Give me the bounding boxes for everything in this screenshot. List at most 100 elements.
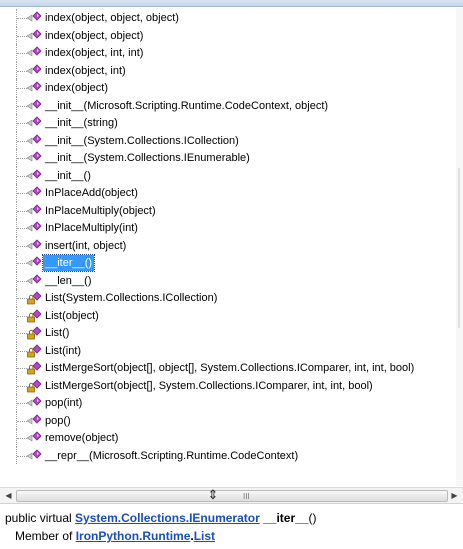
constructor-lock-icon	[26, 361, 42, 375]
tree-item-label: index(object, int)	[45, 64, 126, 77]
vertical-scrollbar-thumb[interactable]	[458, 168, 460, 328]
tree-item[interactable]: index(object, int)	[4, 61, 456, 79]
method-icon	[26, 238, 42, 253]
tree-item[interactable]: pop()	[4, 411, 456, 429]
tree-item[interactable]: __init__(System.Collections.ICollection)	[4, 131, 456, 149]
tree-item-label: List(System.Collections.ICollection)	[45, 292, 218, 304]
arrow-left-icon: ◀	[5, 491, 12, 500]
namespace-link[interactable]: IronPython.Runtime	[76, 529, 191, 543]
tree-item[interactable]: __iter__()	[4, 254, 456, 272]
tree-item[interactable]: index(object, object, object)	[4, 9, 456, 27]
tree-item[interactable]: index(object, object)	[4, 26, 456, 44]
object-browser-window: index(object, object, object) index(objec…	[0, 0, 463, 549]
tree-item[interactable]: index(object, int, int)	[4, 44, 456, 62]
method-icon	[26, 203, 42, 218]
tree-item-label: __init__(string)	[45, 117, 118, 129]
description-pane: public virtual System.Collections.IEnume…	[0, 504, 463, 549]
tree-item[interactable]: __repr__(Microsoft.Scripting.Runtime.Cod…	[4, 446, 456, 464]
member-of-label: Member of	[15, 529, 73, 543]
tree-item[interactable]: __init__(string)	[4, 114, 456, 132]
tree-item-label: List(int)	[45, 344, 82, 357]
class-link[interactable]: List	[194, 529, 215, 543]
method-icon	[26, 63, 42, 78]
tree-item-label: InPlaceAdd(object)	[45, 187, 138, 199]
method-icon	[26, 396, 42, 410]
method-icon	[26, 431, 42, 445]
member-tree[interactable]: index(object, object, object) index(objec…	[4, 9, 456, 487]
method-icon	[26, 448, 42, 463]
tree-item[interactable]: InPlaceMultiply(int)	[4, 219, 456, 237]
tree-item-label: __repr__(Microsoft.Scripting.Runtime.Cod…	[45, 449, 299, 462]
tree-item-label: __init__(Microsoft.Scripting.Runtime.Cod…	[45, 99, 329, 112]
tree-item-label: index(object, object)	[45, 29, 144, 42]
tree-item[interactable]: __init__(System.Collections.IEnumerable)	[4, 149, 456, 167]
tree-item[interactable]: List(System.Collections.ICollection)	[4, 289, 456, 307]
tree-item-label: ListMergeSort(object[], object[], System…	[45, 362, 415, 374]
tree-item-label: __init__()	[45, 169, 91, 182]
scroll-right-button[interactable]: ▶	[448, 488, 461, 503]
tree-item[interactable]: List(object)	[4, 306, 456, 324]
method-icon	[26, 413, 42, 428]
tree-item[interactable]: insert(int, object)	[4, 236, 456, 254]
horizontal-scrollbar[interactable]: ◀ III ▶	[0, 487, 463, 504]
tree-item-label: ListMergeSort(object[], System.Collectio…	[45, 379, 373, 392]
signature-suffix: ()	[308, 511, 317, 525]
member-signature: public virtual System.Collections.IEnume…	[5, 511, 316, 525]
tree-item[interactable]: __init__(Microsoft.Scripting.Runtime.Cod…	[4, 96, 456, 114]
method-icon	[26, 151, 42, 165]
tree-item-label: List()	[45, 327, 70, 339]
tree-item-label: index(object, object, object)	[45, 12, 179, 24]
member-name: __iter__	[263, 511, 309, 525]
tree-item-label: List(object)	[45, 309, 99, 322]
constructor-lock-icon	[26, 291, 42, 305]
arrow-right-icon: ▶	[451, 491, 458, 500]
method-icon	[26, 46, 42, 60]
constructor-lock-icon	[26, 378, 42, 393]
method-icon	[26, 221, 42, 235]
tree-item[interactable]: InPlaceAdd(object)	[4, 184, 456, 202]
tree-item-label: InPlaceMultiply(int)	[45, 222, 138, 234]
tree-item-label: __init__(System.Collections.IEnumerable)	[45, 152, 250, 164]
tree-item-label: insert(int, object)	[45, 239, 127, 252]
return-type-link[interactable]: System.Collections.IEnumerator	[75, 511, 260, 525]
top-border	[0, 0, 463, 7]
signature-prefix: public virtual	[5, 511, 72, 525]
method-icon	[26, 273, 42, 288]
tree-item[interactable]: index(object)	[4, 79, 456, 97]
tree-item[interactable]: InPlaceMultiply(object)	[4, 201, 456, 219]
tree-item-label: index(object, int, int)	[45, 47, 144, 59]
tree-item[interactable]: __len__()	[4, 271, 456, 289]
tree-item-label: pop()	[45, 414, 71, 427]
horizontal-scrollbar-thumb[interactable]: III	[16, 490, 448, 502]
method-icon	[26, 98, 42, 113]
tree-item[interactable]: List(int)	[4, 341, 456, 359]
member-of-line: Member of IronPython.Runtime.List	[15, 529, 215, 543]
method-icon	[26, 256, 42, 270]
method-icon	[26, 11, 42, 25]
constructor-lock-icon	[26, 308, 42, 323]
method-icon	[26, 133, 42, 148]
method-icon	[26, 168, 42, 183]
tree-item[interactable]: ListMergeSort(object[], object[], System…	[4, 359, 456, 377]
splitter-resize-icon[interactable]: ⇕	[206, 488, 220, 502]
tree-item[interactable]: ListMergeSort(object[], System.Collectio…	[4, 376, 456, 394]
tree-item-label: __init__(System.Collections.ICollection)	[45, 134, 239, 147]
constructor-lock-icon	[26, 326, 42, 340]
method-icon	[26, 28, 42, 43]
tree-item-label: __iter__()	[41, 254, 96, 272]
tree-item[interactable]: pop(int)	[4, 394, 456, 412]
method-icon	[26, 186, 42, 200]
tree-item[interactable]: __init__()	[4, 166, 456, 184]
scroll-left-button[interactable]: ◀	[2, 488, 15, 503]
tree-item[interactable]: remove(object)	[4, 429, 456, 447]
tree-item[interactable]: List()	[4, 324, 456, 342]
grip-icon: III	[243, 492, 250, 501]
tree-item-label: pop(int)	[45, 397, 83, 409]
tree-item-label: InPlaceMultiply(object)	[45, 204, 156, 217]
tree-item-label: __len__()	[45, 274, 92, 287]
constructor-lock-icon	[26, 343, 42, 358]
tree-item-label: index(object)	[45, 82, 108, 94]
method-icon	[26, 81, 42, 95]
tree-item-label: remove(object)	[45, 432, 119, 444]
method-icon	[26, 116, 42, 130]
